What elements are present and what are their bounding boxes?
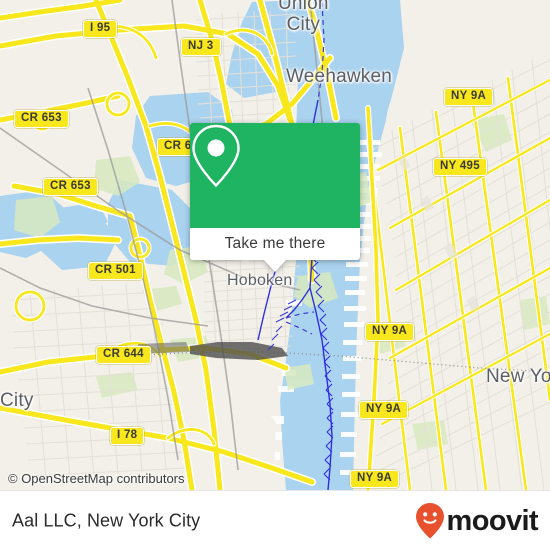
road-shield-ny9a-2: NY 9A — [365, 323, 415, 341]
place-label-hoboken: Hoboken — [227, 272, 293, 289]
map-screenshot: .w{fill:#aad3ef} .pk{fill:#d8eac0} .bld{… — [0, 0, 550, 550]
popup-action-bar[interactable]: Take me there — [190, 228, 360, 260]
moovit-smiley-pin-icon — [415, 503, 444, 539]
road-shield-cr644: CR 644 — [96, 346, 151, 364]
road-shield-ny495: NY 495 — [433, 158, 487, 176]
map-canvas[interactable]: .w{fill:#aad3ef} .pk{fill:#d8eac0} .bld{… — [0, 0, 550, 490]
road-shield-i95: I 95 — [83, 20, 118, 38]
footer-bar: Aal LLC, New York City moovit — [0, 490, 550, 550]
osm-attribution[interactable]: © OpenStreetMap contributors — [8, 471, 185, 486]
place-label-weehawken: Weehawken — [286, 66, 393, 87]
moovit-logo[interactable]: moovit — [415, 502, 539, 540]
map-pin-icon — [192, 124, 240, 188]
road-shield-cr501: CR 501 — [88, 262, 143, 280]
location-title: Aal LLC, New York City — [12, 510, 201, 531]
road-shield-cr653-2: CR 653 — [43, 178, 98, 196]
road-shield-i78: I 78 — [110, 427, 145, 445]
popup-header — [190, 123, 360, 228]
road-shield-ny9a-3: NY 9A — [359, 401, 409, 419]
place-label-union-city-text: Union City — [278, 0, 329, 35]
road-shield-ny9a-4: NY 9A — [350, 470, 400, 488]
road-shield-ny9a-1: NY 9A — [444, 88, 494, 106]
place-label-jersey-city: City — [0, 390, 34, 411]
popup-pointer-tail — [264, 260, 286, 272]
road-shield-nj3: NJ 3 — [181, 38, 221, 56]
take-me-there-popup[interactable]: Take me there — [190, 123, 360, 272]
moovit-wordmark: moovit — [446, 504, 539, 537]
place-label-new-york: New Yor — [486, 366, 550, 387]
take-me-there-label: Take me there — [224, 235, 326, 252]
road-shield-cr653-1: CR 653 — [14, 110, 69, 128]
